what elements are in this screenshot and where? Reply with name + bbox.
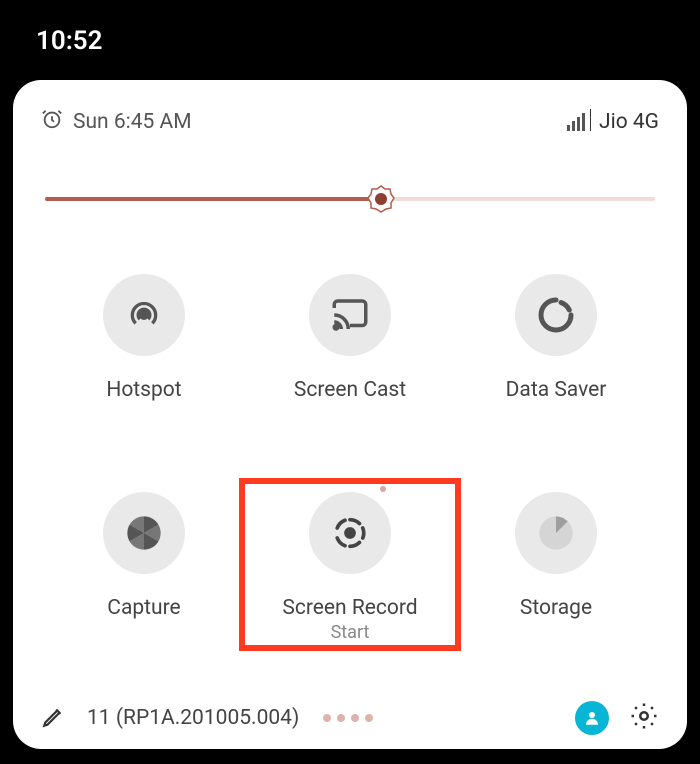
tile-hotspot[interactable]: Hotspot	[41, 274, 247, 402]
tile-label: Storage	[520, 596, 592, 620]
quick-settings-panel: Sun 6:45 AM Jio 4G	[13, 80, 687, 749]
screencast-icon	[309, 274, 391, 356]
tile-storage[interactable]: Storage	[453, 492, 659, 643]
tile-label: Capture	[107, 596, 180, 620]
user-avatar[interactable]	[575, 701, 609, 735]
datasaver-icon	[515, 274, 597, 356]
alarm-icon	[41, 108, 63, 136]
highlight-box	[239, 478, 461, 651]
storage-icon	[515, 492, 597, 574]
page-dots[interactable]	[323, 714, 373, 722]
edit-icon[interactable]	[41, 703, 67, 733]
carrier-text: Jio 4G	[599, 110, 659, 134]
tiles-grid: Hotspot Screen Cast Data Saver	[41, 264, 659, 691]
tile-indicator-dot	[380, 486, 386, 492]
tile-label: Screen Cast	[294, 378, 406, 402]
tile-screencast[interactable]: Screen Cast	[247, 274, 453, 402]
slider-thumb[interactable]	[366, 184, 396, 214]
tile-capture[interactable]: Capture	[41, 492, 247, 643]
settings-icon[interactable]	[629, 701, 659, 735]
tile-datasaver[interactable]: Data Saver	[453, 274, 659, 402]
signal-icon	[567, 113, 592, 131]
status-right: Jio 4G	[567, 110, 660, 134]
status-bar: Sun 6:45 AM Jio 4G	[41, 108, 659, 136]
status-left: Sun 6:45 AM	[41, 108, 192, 136]
alarm-time-text: Sun 6:45 AM	[73, 110, 192, 134]
device-clock: 10:52	[0, 0, 700, 56]
version-text: 11 (RP1A.201005.004)	[87, 706, 299, 730]
footer-bar: 11 (RP1A.201005.004)	[41, 691, 659, 735]
tile-label: Hotspot	[106, 378, 181, 402]
tile-label: Data Saver	[506, 378, 607, 402]
brightness-slider[interactable]	[45, 184, 655, 214]
capture-icon	[103, 492, 185, 574]
hotspot-icon	[103, 274, 185, 356]
slider-fill	[45, 197, 381, 201]
tile-screenrecord[interactable]: Screen Record Start	[247, 492, 453, 643]
